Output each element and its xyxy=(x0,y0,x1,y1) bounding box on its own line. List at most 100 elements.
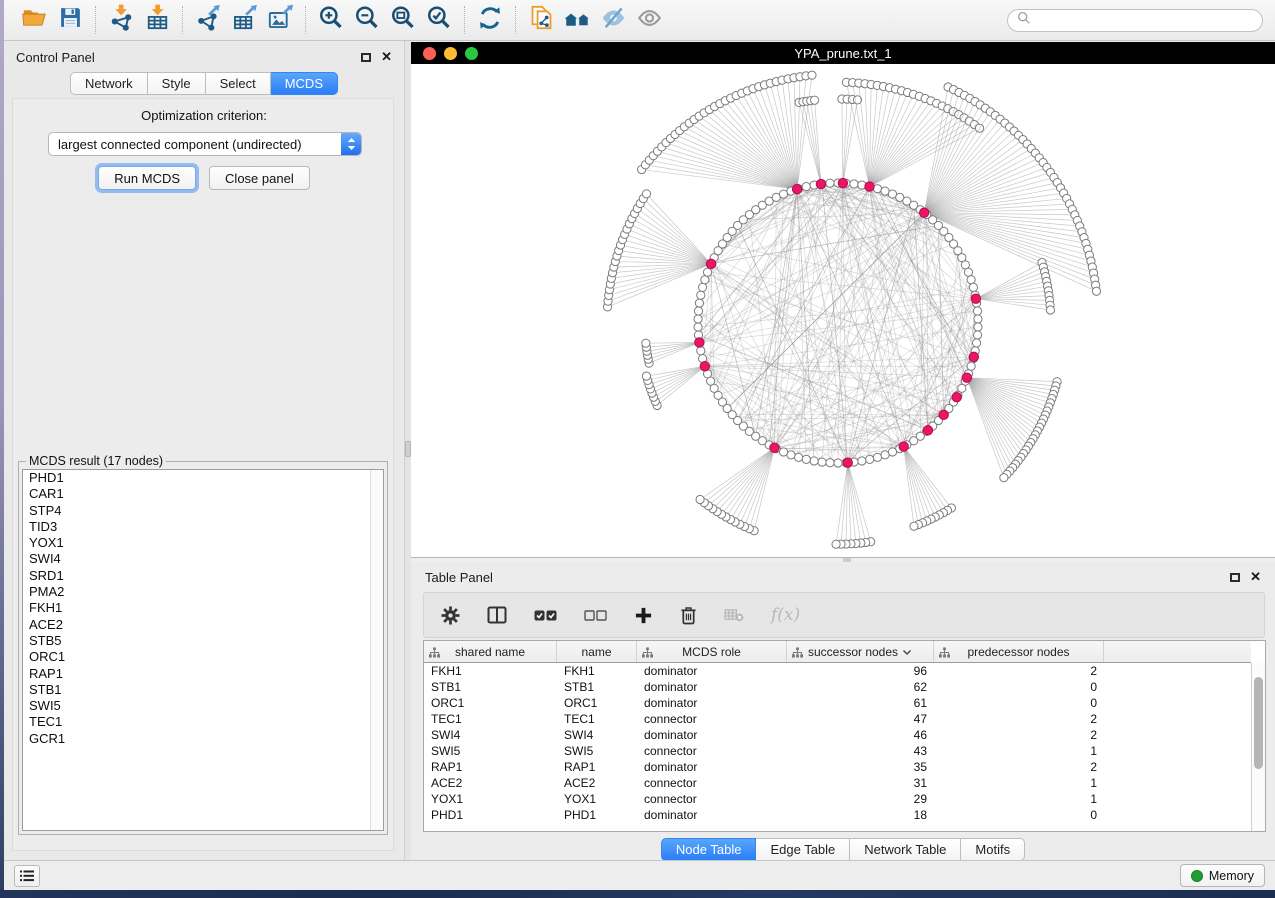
zoom-out-button[interactable] xyxy=(349,3,385,37)
close-panel-icon[interactable]: ✕ xyxy=(381,52,392,62)
column-header-name[interactable]: name xyxy=(557,641,637,662)
mcds-result-item[interactable]: TEC1 xyxy=(23,714,383,730)
first-neighbors-button[interactable] xyxy=(559,3,595,37)
table-row[interactable]: TEC1TEC1connector472 xyxy=(424,711,1251,727)
duplicate-network-button[interactable] xyxy=(523,3,559,37)
select-all-icon[interactable] xyxy=(534,610,557,621)
import-table-button[interactable] xyxy=(139,3,175,37)
tab-select[interactable]: Select xyxy=(206,72,271,95)
table-scrollbar-thumb[interactable] xyxy=(1254,677,1263,769)
mcds-result-item[interactable]: TID3 xyxy=(23,519,383,535)
table-row[interactable]: YOX1YOX1connector291 xyxy=(424,791,1251,807)
run-mcds-button[interactable]: Run MCDS xyxy=(98,166,196,190)
zoom-selected-button[interactable] xyxy=(421,3,457,37)
table-tab-edge-table[interactable]: Edge Table xyxy=(756,838,850,861)
export-table-button[interactable] xyxy=(226,3,262,37)
mcds-result-item[interactable]: PMA2 xyxy=(23,584,383,600)
cell-MCDS-role: dominator xyxy=(637,727,787,743)
mcds-result-item[interactable]: GCR1 xyxy=(23,731,383,747)
table-tab-network-table[interactable]: Network Table xyxy=(850,838,961,861)
float-panel-icon[interactable] xyxy=(361,53,371,62)
gear-icon[interactable] xyxy=(441,606,460,625)
table-header-row: shared name name MCDS rolesuccessor nodes p… xyxy=(424,641,1251,663)
table-row[interactable]: PHD1PHD1dominator180 xyxy=(424,807,1251,823)
table-row[interactable]: ACE2ACE2connector311 xyxy=(424,775,1251,791)
mcds-result-group-title: MCDS result (17 nodes) xyxy=(26,454,166,468)
control-panel-header: Control Panel ✕ xyxy=(4,45,404,69)
network-view-canvas[interactable] xyxy=(411,64,1275,558)
column-header-successor-nodes[interactable]: successor nodes xyxy=(787,641,934,662)
mcds-result-item[interactable]: STB5 xyxy=(23,633,383,649)
cell-MCDS-role: dominator xyxy=(637,663,787,679)
cell-MCDS-role: dominator xyxy=(637,679,787,695)
hide-selected-button[interactable] xyxy=(595,3,631,37)
table-row[interactable]: SWI4SWI4dominator462 xyxy=(424,727,1251,743)
mcds-result-item[interactable]: SRD1 xyxy=(23,568,383,584)
mcds-list-scrollbar[interactable] xyxy=(370,470,383,830)
table-row[interactable]: FKH1FKH1dominator962 xyxy=(424,663,1251,679)
zoom-fit-button[interactable] xyxy=(385,3,421,37)
mcds-result-item[interactable]: FKH1 xyxy=(23,600,383,616)
close-panel-icon[interactable]: ✕ xyxy=(1250,572,1261,582)
float-panel-icon[interactable] xyxy=(1230,573,1240,582)
mcds-result-item[interactable]: PHD1 xyxy=(23,470,383,486)
table-tab-node-table[interactable]: Node Table xyxy=(661,838,757,861)
show-all-button[interactable] xyxy=(631,3,667,37)
mcds-result-item[interactable]: STP4 xyxy=(23,503,383,519)
function-builder-icon: f(x) xyxy=(771,605,800,625)
mcds-result-item[interactable]: SWI5 xyxy=(23,698,383,714)
mcds-result-item[interactable]: ORC1 xyxy=(23,649,383,665)
tab-style[interactable]: Style xyxy=(148,72,206,95)
search-input[interactable] xyxy=(1036,13,1253,27)
table-row[interactable]: SWI5SWI5connector431 xyxy=(424,743,1251,759)
delete-column-icon[interactable] xyxy=(680,606,697,625)
cell-successor-nodes: 18 xyxy=(787,807,934,823)
table-row[interactable]: RAP1RAP1dominator352 xyxy=(424,759,1251,775)
search-box[interactable] xyxy=(1007,9,1263,32)
cell-name: SWI5 xyxy=(557,743,637,759)
column-label: predecessor nodes xyxy=(967,645,1069,659)
refresh-layout-button[interactable] xyxy=(472,3,508,37)
tab-mcds[interactable]: MCDS xyxy=(271,72,338,95)
network-graph[interactable] xyxy=(411,64,1275,557)
first-neighbors-icon xyxy=(563,5,592,36)
save-session-button[interactable] xyxy=(52,3,88,37)
table-row[interactable]: ORC1ORC1dominator610 xyxy=(424,695,1251,711)
mcds-result-item[interactable]: YOX1 xyxy=(23,535,383,551)
export-image-button[interactable] xyxy=(262,3,298,37)
zoom-selected-icon xyxy=(426,5,452,36)
table-tab-motifs[interactable]: Motifs xyxy=(961,838,1025,861)
memory-button[interactable]: Memory xyxy=(1180,864,1265,887)
mcds-result-item[interactable]: CAR1 xyxy=(23,486,383,502)
column-type-icon xyxy=(642,647,653,658)
cell-shared-name: ACE2 xyxy=(424,775,557,791)
column-header-MCDS-role[interactable]: MCDS role xyxy=(637,641,787,662)
task-history-button[interactable] xyxy=(14,865,40,887)
close-panel-button[interactable]: Close panel xyxy=(209,166,310,190)
table-row[interactable]: STB1STB1dominator620 xyxy=(424,679,1251,695)
mcds-result-item[interactable]: STB1 xyxy=(23,682,383,698)
show-columns-icon[interactable] xyxy=(487,606,507,624)
deselect-all-icon[interactable] xyxy=(584,610,607,621)
open-file-button[interactable] xyxy=(16,3,52,37)
zoom-in-button[interactable] xyxy=(313,3,349,37)
add-column-icon[interactable] xyxy=(634,606,653,625)
export-network-button[interactable] xyxy=(190,3,226,37)
cell-predecessor-nodes: 0 xyxy=(934,679,1104,695)
import-network-button[interactable] xyxy=(103,3,139,37)
cell-name: YOX1 xyxy=(557,791,637,807)
criterion-dropdown[interactable]: largest connected component (undirected) xyxy=(48,132,362,156)
cell-name: PHD1 xyxy=(557,807,637,823)
column-header-shared-name[interactable]: shared name xyxy=(424,641,557,662)
mcds-result-item[interactable]: RAP1 xyxy=(23,666,383,682)
cell-name: ORC1 xyxy=(557,695,637,711)
tab-network[interactable]: Network xyxy=(70,72,148,95)
column-label: name xyxy=(581,645,611,659)
mcds-result-item[interactable]: ACE2 xyxy=(23,617,383,633)
mcds-result-item[interactable]: SWI4 xyxy=(23,551,383,567)
mcds-result-list[interactable]: PHD1CAR1STP4TID3YOX1SWI4SRD1PMA2FKH1ACE2… xyxy=(22,469,384,831)
delete-table-icon xyxy=(724,608,744,622)
table-scrollbar[interactable] xyxy=(1251,663,1265,831)
column-header-predecessor-nodes[interactable]: predecessor nodes xyxy=(934,641,1104,662)
network-window-titlebar[interactable]: YPA_prune.txt_1 xyxy=(411,42,1275,64)
